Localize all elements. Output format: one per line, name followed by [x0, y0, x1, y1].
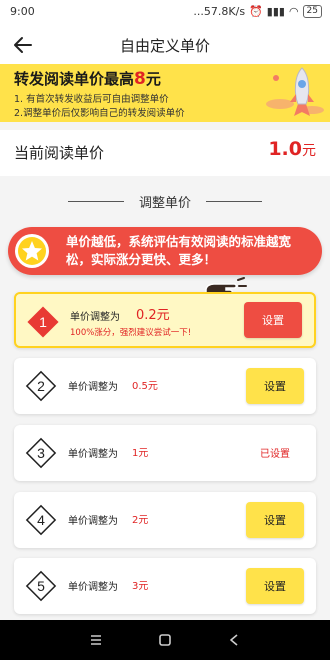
option-number: 2: [37, 378, 45, 394]
promo-banner: 转发阅读单价最高8元 1. 有首次转发收益后可自由调整单价 2.调整单价后仅影响…: [0, 64, 330, 122]
price-option-5[interactable]: 5 单价调整为 3元 设置: [14, 558, 316, 614]
price-option-4[interactable]: 4 单价调整为 2元 设置: [14, 492, 316, 548]
system-nav-bar: [0, 620, 330, 660]
option-price: 0.5元: [132, 381, 158, 392]
app-header: 自由定义单价: [0, 24, 330, 64]
number-badge-5: 5: [25, 570, 57, 602]
status-bar: 9:00 ...57.8K/s ⏰ ▮▮▮ ◠ 25: [0, 0, 330, 24]
current-price-value: 1.0元: [268, 138, 316, 160]
number-badge-2: 2: [25, 370, 57, 402]
price-option-2[interactable]: 2 单价调整为 0.5元 设置: [14, 358, 316, 414]
triangle-back-icon[interactable]: [226, 632, 242, 648]
tip-text: 单价越低，系统评估有效阅读的标准越宽松，实际涨分更快、更多！: [66, 234, 292, 267]
option-label: 单价调整为: [68, 516, 118, 527]
section-title-text: 调整单价: [138, 196, 191, 211]
number-badge-1: 1: [27, 306, 59, 338]
current-price-unit: 元: [302, 143, 316, 159]
price-option-3[interactable]: 3 单价调整为 1元 已设置: [14, 425, 316, 481]
option-label: 单价调整为: [68, 449, 118, 460]
option-label: 单价调整为: [68, 582, 118, 593]
set-button[interactable]: 设置: [244, 302, 302, 338]
battery-icon: 25: [302, 5, 322, 18]
banner-headline: 转发阅读单价最高8元: [14, 68, 161, 89]
status-time: 9:00: [10, 5, 35, 18]
divider: [68, 201, 124, 202]
divider: [206, 201, 262, 202]
tip-banner: 单价越低，系统评估有效阅读的标准越宽松，实际涨分更快、更多！: [8, 227, 322, 275]
already-set-label: 已设置: [260, 449, 290, 460]
banner-headline-suffix: 元: [145, 70, 161, 88]
option-number: 4: [37, 512, 45, 528]
banner-line-1: 1. 有首次转发收益后可自由调整单价: [14, 94, 169, 105]
wifi-icon: ◠: [288, 5, 299, 18]
price-option-1[interactable]: 1 单价调整为 0.2元 100%涨分，强烈建议尝试一下! 设置: [14, 292, 316, 348]
option-price: 2元: [132, 515, 149, 526]
alarm-icon: ⏰: [249, 5, 263, 18]
set-button[interactable]: 设置: [246, 502, 304, 538]
number-badge-3: 3: [25, 437, 57, 469]
option-number: 1: [39, 314, 47, 330]
current-price-label: 当前阅读单价: [14, 144, 105, 162]
option-label: 单价调整为: [70, 312, 120, 323]
signal-icon: ▮▮▮: [266, 5, 285, 18]
menu-icon[interactable]: [88, 632, 104, 648]
option-price: 1元: [132, 448, 149, 459]
banner-headline-prefix: 转发阅读单价最高: [14, 70, 135, 88]
section-heading: 调整单价: [0, 192, 330, 212]
option-subtitle: 100%涨分，强烈建议尝试一下!: [70, 328, 192, 338]
option-number: 3: [37, 445, 45, 461]
set-button[interactable]: 设置: [246, 368, 304, 404]
option-price: 0.2元: [136, 308, 170, 323]
network-speed: ...57.8K/s: [193, 5, 246, 18]
banner-line-2: 2.调整单价后仅影响自己的转发阅读单价: [14, 108, 185, 119]
current-price-row: 当前阅读单价 1.0元: [0, 130, 330, 176]
banner-headline-number: 8: [134, 69, 146, 89]
status-icons: ...57.8K/s ⏰ ▮▮▮ ◠ 25: [193, 5, 322, 18]
option-price: 3元: [132, 581, 149, 592]
option-number: 5: [37, 578, 45, 594]
star-icon: [15, 234, 49, 268]
page-title: 自由定义单价: [119, 37, 210, 55]
current-price-number: 1.0: [268, 138, 302, 160]
rocket-icon: [266, 67, 324, 116]
number-badge-4: 4: [25, 504, 57, 536]
set-button[interactable]: 设置: [246, 568, 304, 604]
option-label: 单价调整为: [68, 382, 118, 393]
square-home-icon[interactable]: [157, 632, 173, 648]
